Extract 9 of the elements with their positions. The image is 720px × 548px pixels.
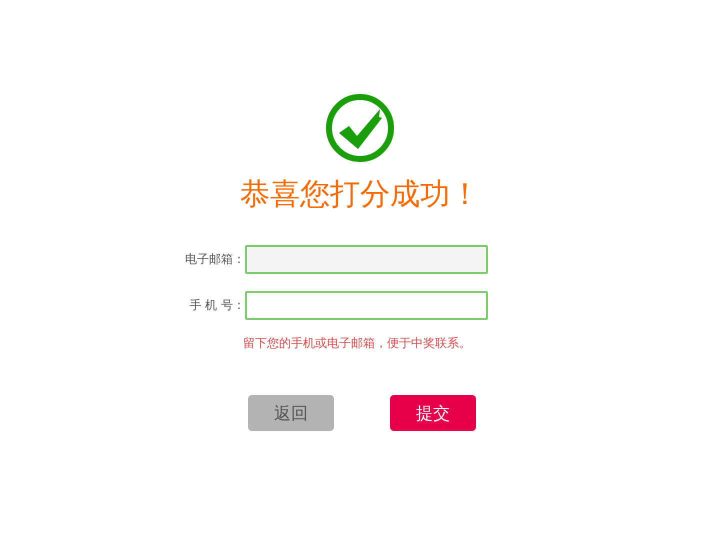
hint-text: 留下您的手机或电子邮箱，便于中奖联系。 [243, 335, 471, 352]
back-button[interactable]: 返回 [248, 395, 334, 431]
field-label: 手 机 号： [188, 297, 245, 314]
checkmark-icon [325, 93, 395, 163]
input-field[interactable] [245, 291, 488, 320]
submit-button[interactable]: 提交 [390, 395, 476, 431]
success-title: 恭喜您打分成功！ [240, 176, 480, 214]
input-field[interactable] [245, 245, 488, 274]
field-label: 电子邮箱： [184, 251, 245, 268]
